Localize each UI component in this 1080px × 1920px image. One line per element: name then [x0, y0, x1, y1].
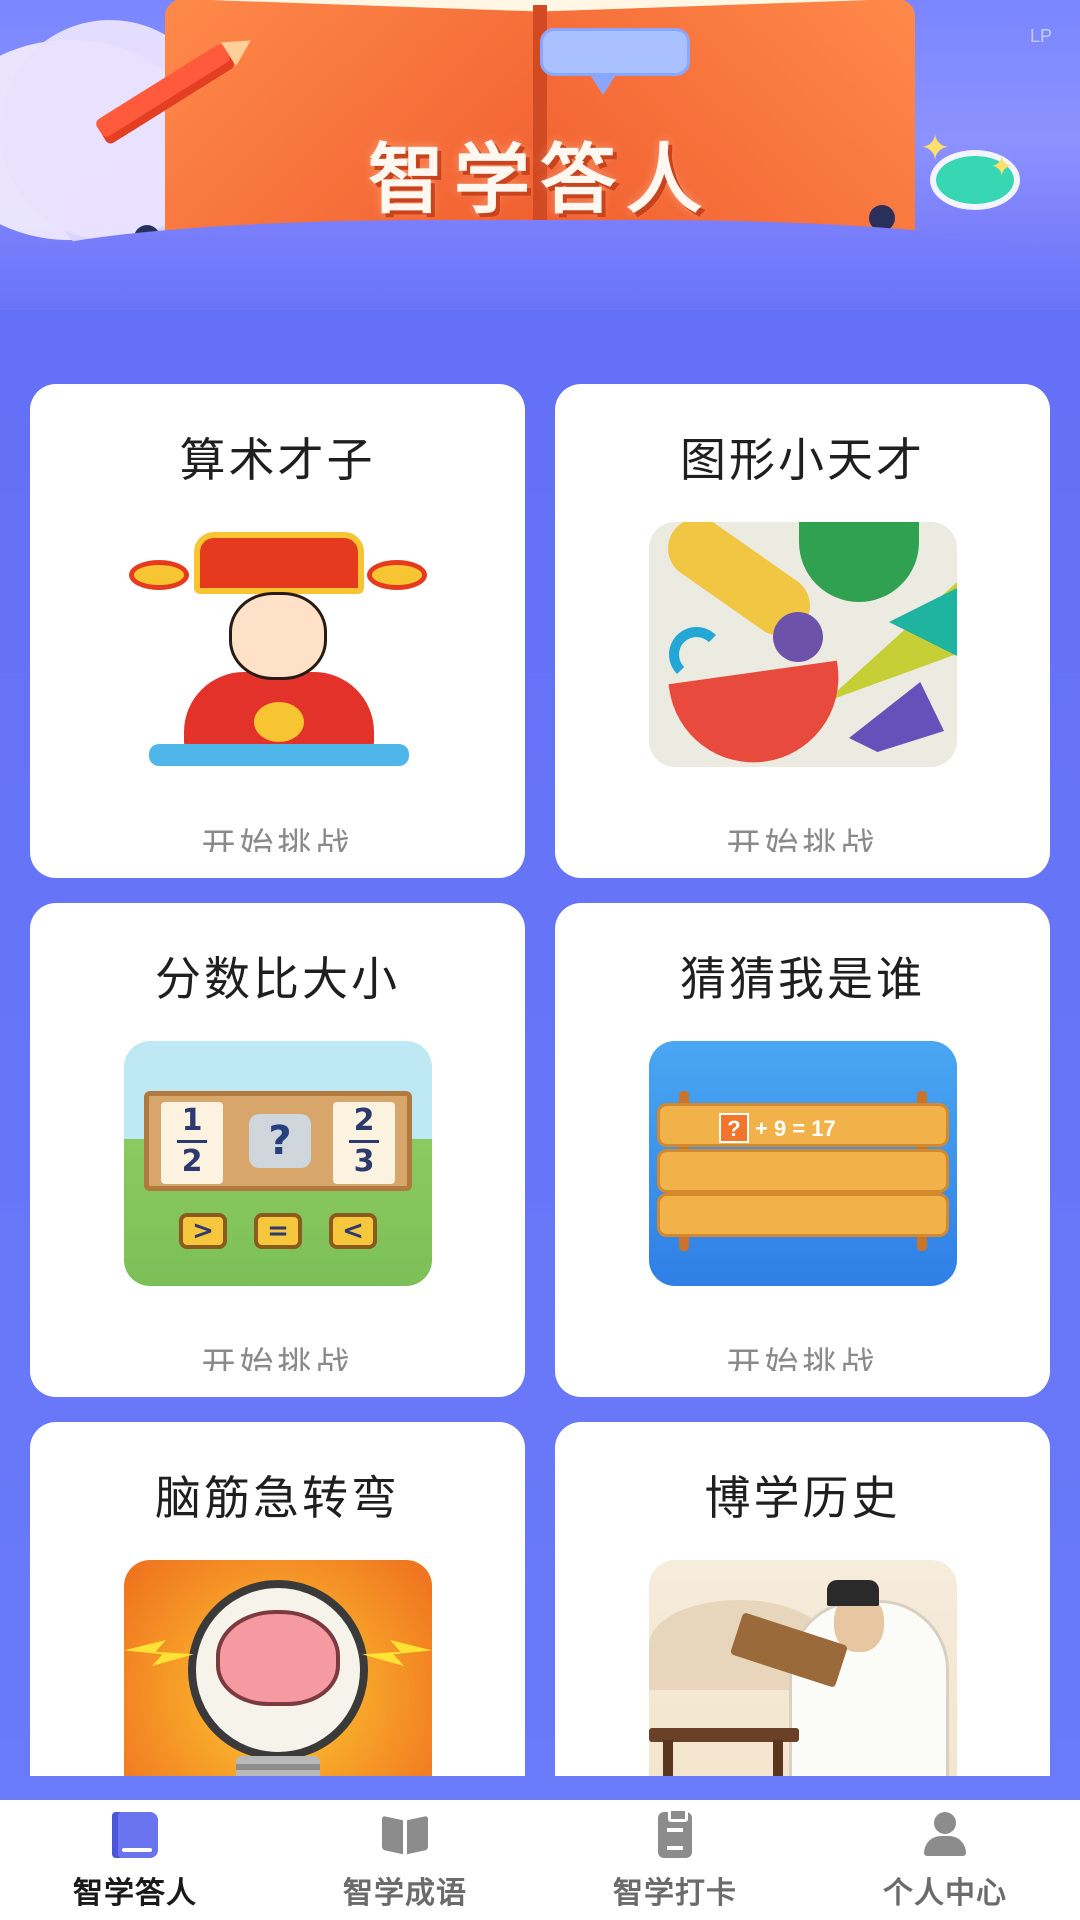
card-arithmetic[interactable]: 算术才子 开始挑战 — [30, 384, 525, 878]
card-title: 博学历史 — [704, 1471, 901, 1525]
tab-label: 智学打卡 — [613, 1876, 737, 1911]
card-title: 分数比大小 — [155, 952, 400, 1006]
banner-title: 智学答人 — [368, 135, 712, 224]
challenge-grid: 算术才子 开始挑战 图形小天才 开始挑战 分数比大小 1 2 ? 2 3 > =… — [30, 384, 1050, 1776]
tab-zhixue-daka[interactable]: 智学打卡 — [540, 1800, 810, 1920]
fraction-compare-image: 12 ? 23 > = < — [124, 1041, 432, 1286]
start-challenge-button[interactable]: 开始挑战 — [30, 812, 525, 852]
card-title: 猜猜我是谁 — [680, 952, 925, 1006]
open-book-icon — [382, 1812, 428, 1858]
tab-label: 智学成语 — [343, 1876, 467, 1911]
cloud-decoration — [0, 220, 1080, 310]
card-brain-teaser[interactable]: 脑筋急转弯 — [30, 1422, 525, 1776]
book-icon — [112, 1812, 158, 1858]
speech-bubble-icon — [540, 28, 690, 95]
start-challenge-button[interactable]: 开始挑战 — [555, 812, 1050, 852]
wooden-sign-image: ? + 9 = 17 — [649, 1041, 957, 1286]
ancient-scholar-image — [649, 1560, 957, 1776]
tab-profile[interactable]: 个人中心 — [810, 1800, 1080, 1920]
card-shapes[interactable]: 图形小天才 开始挑战 — [555, 384, 1050, 878]
tab-label: 个人中心 — [883, 1876, 1007, 1911]
brain-lightbulb-image — [124, 1560, 432, 1776]
card-title: 图形小天才 — [680, 433, 925, 487]
card-fractions[interactable]: 分数比大小 12 ? 23 > = < 开始挑战 — [30, 903, 525, 1397]
tab-zhixue-chengyu[interactable]: 智学成语 — [270, 1800, 540, 1920]
card-title: 算术才子 — [179, 433, 376, 487]
card-guess-who[interactable]: 猜猜我是谁 ? + 9 = 17 开始挑战 — [555, 903, 1050, 1397]
clipboard-icon — [658, 1808, 692, 1858]
card-history[interactable]: 博学历史 — [555, 1422, 1050, 1776]
start-challenge-button[interactable]: 开始挑战 — [555, 1331, 1050, 1371]
tab-label: 智学答人 — [73, 1876, 197, 1911]
card-title: 脑筋急转弯 — [155, 1471, 400, 1525]
start-challenge-button[interactable]: 开始挑战 — [30, 1331, 525, 1371]
tab-zhixue-daren[interactable]: 智学答人 — [0, 1800, 270, 1920]
user-icon — [922, 1812, 968, 1858]
bottom-tab-bar: 智学答人 智学成语 智学打卡 个人中心 — [0, 1800, 1080, 1920]
god-of-wealth-image — [124, 522, 432, 767]
colorful-shapes-image — [649, 522, 957, 767]
header-banner: ✦ ✦ 智学答人 LP — [0, 0, 1080, 310]
watermark: LP — [1029, 26, 1052, 46]
app-screen: ✦ ✦ 智学答人 LP 算术才子 开始挑战 图形小天才 开始挑战 分数比大小 1… — [0, 0, 1080, 1920]
